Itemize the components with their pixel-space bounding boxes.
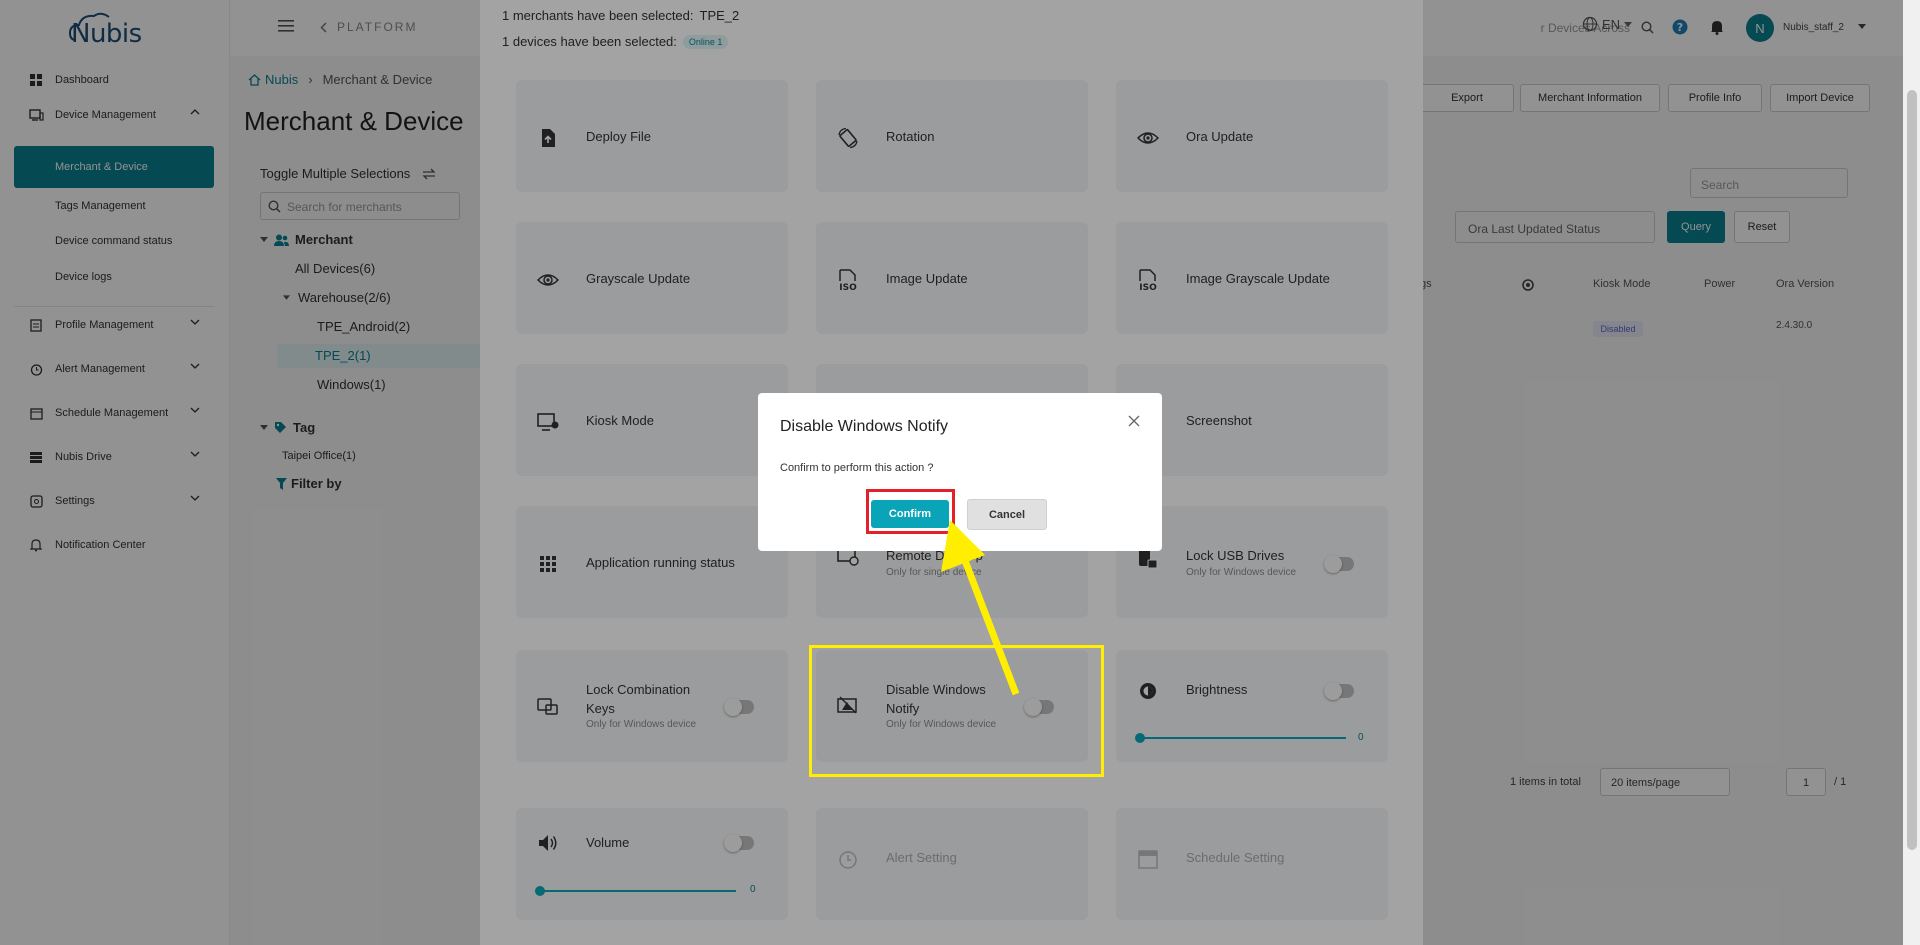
annotation-arrow — [941, 520, 1020, 696]
